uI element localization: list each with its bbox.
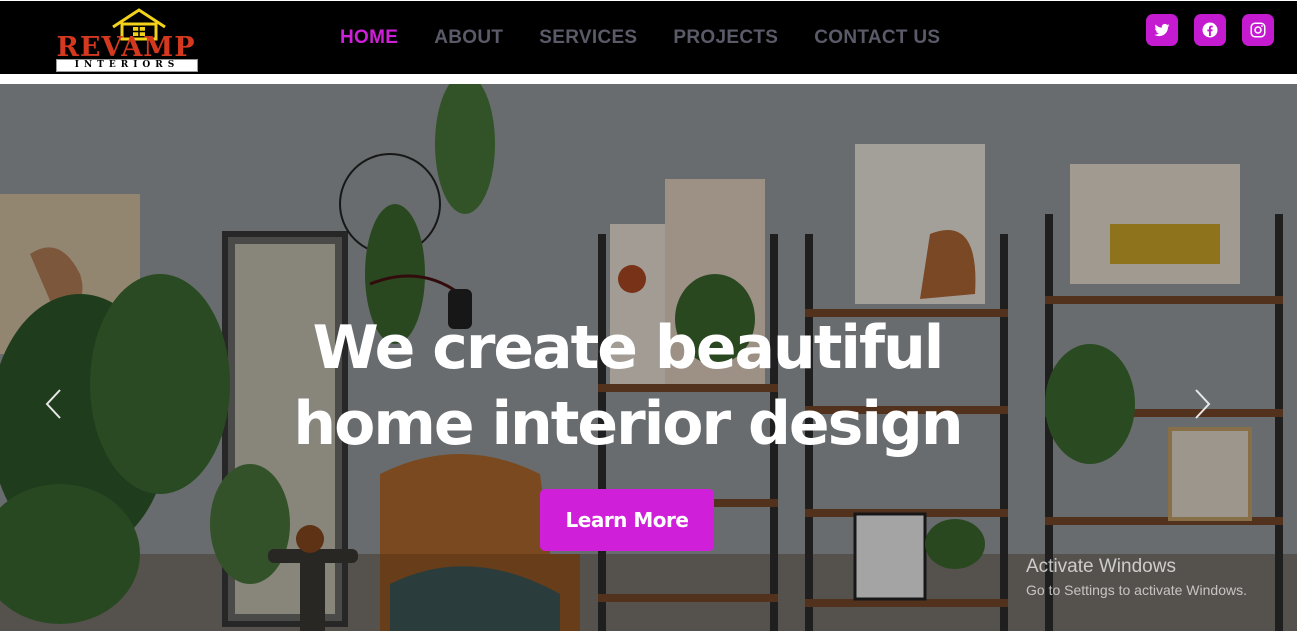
twitter-icon bbox=[1154, 23, 1170, 37]
facebook-icon bbox=[1202, 22, 1218, 38]
main-nav: HOME ABOUT SERVICES PROJECTS CONTACT US bbox=[340, 25, 976, 51]
learn-more-button[interactable]: Learn More bbox=[540, 489, 714, 551]
nav-home[interactable]: HOME bbox=[340, 25, 398, 51]
nav-projects[interactable]: PROJECTS bbox=[673, 25, 778, 51]
instagram-icon bbox=[1250, 22, 1266, 38]
activate-windows-title: Activate Windows bbox=[1026, 556, 1176, 577]
nav-contact-us[interactable]: CONTACT US bbox=[814, 25, 940, 51]
twitter-button[interactable] bbox=[1146, 14, 1178, 46]
header-divider bbox=[0, 74, 1297, 84]
site-header: REVAMP INTERIORS HOME ABOUT SERVICES PRO… bbox=[0, 1, 1297, 74]
brand-logo[interactable]: REVAMP INTERIORS bbox=[44, 7, 208, 72]
nav-about[interactable]: ABOUT bbox=[434, 25, 503, 51]
activate-windows-subtitle: Go to Settings to activate Windows. bbox=[1026, 582, 1247, 598]
nav-services[interactable]: SERVICES bbox=[539, 25, 637, 51]
facebook-button[interactable] bbox=[1194, 14, 1226, 46]
instagram-button[interactable] bbox=[1242, 14, 1274, 46]
hero-carousel: We create beautiful home interior design… bbox=[0, 84, 1297, 631]
brand-tagline: INTERIORS bbox=[56, 59, 198, 72]
brand-name: REVAMP bbox=[56, 32, 196, 63]
hero-headline-line2: home interior design bbox=[293, 389, 963, 459]
hero-headline: We create beautiful home interior design bbox=[0, 310, 1255, 462]
hero-headline-line1: We create beautiful bbox=[312, 313, 945, 383]
